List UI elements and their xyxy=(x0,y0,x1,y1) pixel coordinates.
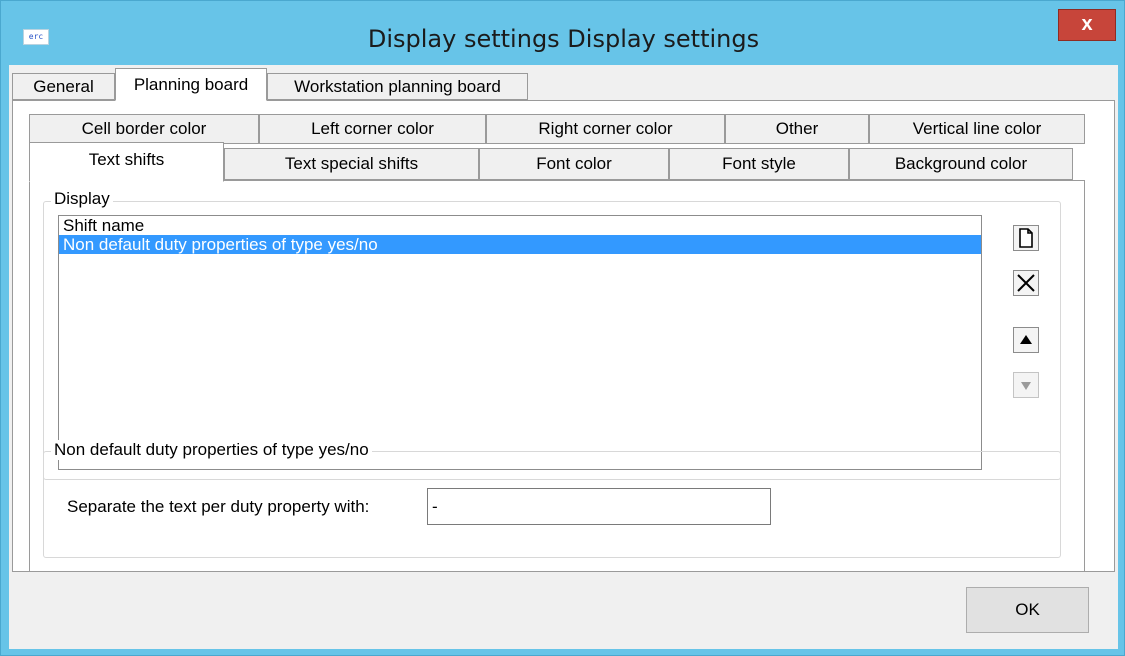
delete-x-icon xyxy=(1017,274,1035,292)
tab-left-corner-color[interactable]: Left corner color xyxy=(259,114,486,144)
tab-font-style[interactable]: Font style xyxy=(669,148,849,180)
tab-general[interactable]: General xyxy=(12,73,115,100)
display-group-label: Display xyxy=(51,189,113,209)
delete-item-button[interactable] xyxy=(1013,270,1039,296)
ok-button[interactable]: OK xyxy=(966,587,1089,633)
new-document-icon xyxy=(1019,228,1033,248)
move-up-button[interactable] xyxy=(1013,327,1039,353)
display-fields-list[interactable]: Shift name Non default duty properties o… xyxy=(58,215,982,470)
tab-text-special-shifts[interactable]: Text special shifts xyxy=(224,148,479,180)
move-down-icon xyxy=(1021,382,1031,390)
tab-cell-border-color[interactable]: Cell border color xyxy=(29,114,259,144)
window-title: Display settings Display settings xyxy=(367,25,760,53)
tab-text-shifts[interactable]: Text shifts xyxy=(29,142,224,182)
tab-planning-board[interactable]: Planning board xyxy=(115,68,267,101)
dialog-client-area: General Planning board Workstation plann… xyxy=(9,65,1118,649)
tab-right-corner-color[interactable]: Right corner color xyxy=(486,114,725,144)
close-button[interactable]: x xyxy=(1058,9,1116,41)
list-item-non-default-duty-properties[interactable]: Non default duty properties of type yes/… xyxy=(59,235,981,254)
tab-other[interactable]: Other xyxy=(725,114,869,144)
duty-properties-group-label: Non default duty properties of type yes/… xyxy=(51,440,372,460)
move-up-icon xyxy=(1020,335,1032,344)
separator-label: Separate the text per duty property with… xyxy=(67,497,370,516)
title-bar[interactable]: erc Display settings Display settings x xyxy=(1,1,1125,65)
tab-font-color[interactable]: Font color xyxy=(479,148,669,180)
move-down-button[interactable] xyxy=(1013,372,1039,398)
separator-input[interactable] xyxy=(427,488,771,525)
display-settings-window: erc Display settings Display settings x … xyxy=(0,0,1125,656)
tab-workstation-planning-board[interactable]: Workstation planning board xyxy=(267,73,528,100)
list-item-shift-name[interactable]: Shift name xyxy=(59,216,981,235)
tab-vertical-line-color[interactable]: Vertical line color xyxy=(869,114,1085,144)
add-item-button[interactable] xyxy=(1013,225,1039,251)
tab-background-color[interactable]: Background color xyxy=(849,148,1073,180)
